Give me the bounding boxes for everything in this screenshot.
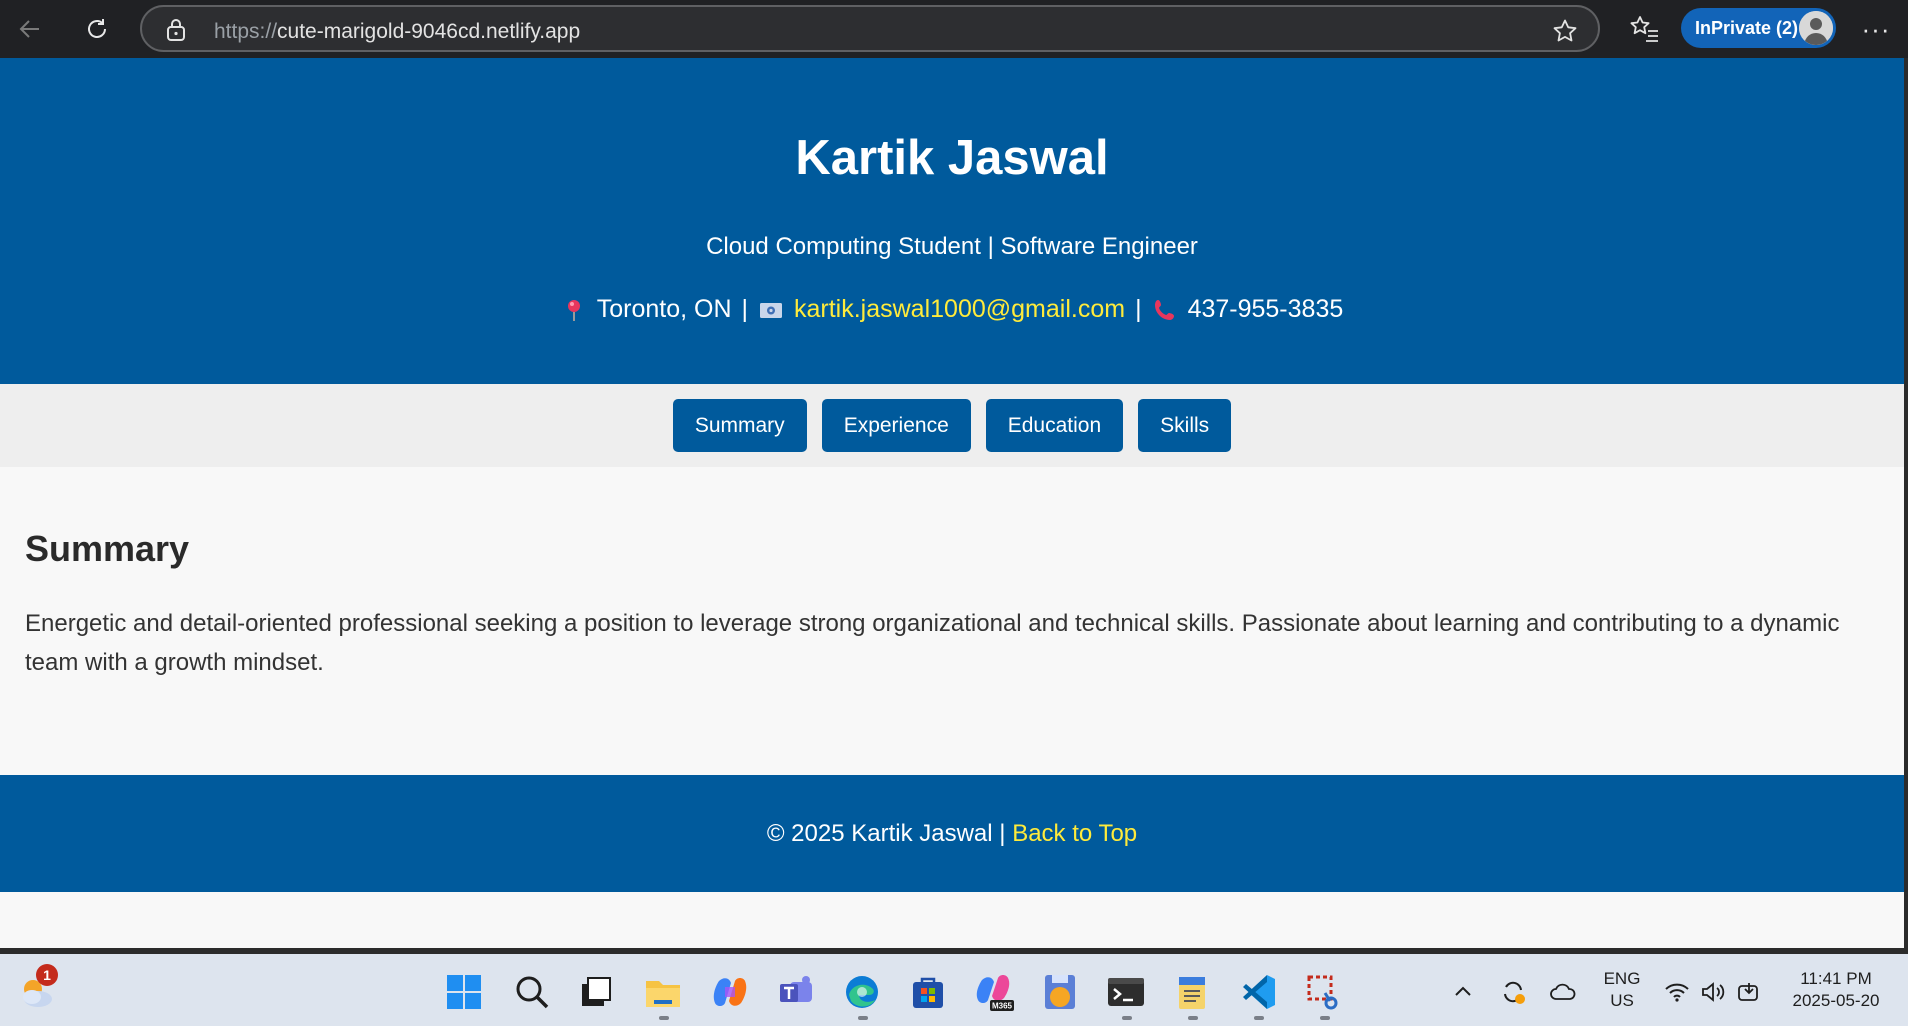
running-indicator — [858, 1016, 868, 1020]
nav-skills-button[interactable]: Skills — [1138, 399, 1232, 452]
start-windows-icon[interactable] — [444, 972, 484, 1012]
copilot-icon[interactable] — [710, 972, 750, 1012]
volume-icon[interactable] — [1698, 972, 1728, 1012]
notepad-icon[interactable] — [1172, 972, 1212, 1012]
phone-icon — [1154, 299, 1174, 320]
region-code: US — [1610, 991, 1634, 1010]
separator: | — [741, 295, 749, 323]
language-indicator[interactable]: ENG US — [1592, 968, 1652, 1012]
chevron-up-icon[interactable] — [1448, 972, 1478, 1012]
nav-summary-button[interactable]: Summary — [672, 399, 807, 452]
resume-header: Kartik Jaswal Cloud Computing Student | … — [0, 58, 1904, 384]
back-to-top-link[interactable]: Back to Top — [1012, 820, 1137, 848]
contact-line: Toronto, ON | kartik.jaswal1000@gmail.co… — [0, 295, 1904, 324]
inprivate-button[interactable]: InPrivate (2) — [1681, 8, 1836, 48]
store-icon[interactable] — [908, 972, 948, 1012]
teams-icon[interactable] — [776, 972, 816, 1012]
sync-icon[interactable] — [1496, 972, 1530, 1012]
clock[interactable]: 11:41 PM 2025-05-20 — [1780, 968, 1892, 1012]
back-button[interactable] — [10, 9, 50, 49]
vscode-icon[interactable] — [1238, 972, 1278, 1012]
onedrive-cloud-icon[interactable] — [1546, 972, 1580, 1012]
edge-browser-icon[interactable] — [842, 972, 882, 1012]
snipping-tool-icon[interactable] — [1304, 972, 1344, 1012]
url-protocol: https:// — [214, 20, 278, 43]
running-indicator — [1254, 1016, 1264, 1020]
copyright-text: © 2025 Kartik Jaswal | — [766, 819, 1006, 847]
role-subtitle: Cloud Computing Student | Software Engin… — [706, 233, 1198, 260]
address-bar[interactable]: https://cute-marigold-9046cd.netlify.app — [140, 5, 1600, 52]
weather-widget-icon[interactable]: 1 — [16, 964, 58, 1012]
paint-app-icon[interactable] — [1040, 972, 1080, 1012]
browser-toolbar: https://cute-marigold-9046cd.netlify.app… — [0, 0, 1908, 58]
lock-icon[interactable] — [164, 18, 188, 42]
page-title: Kartik Jaswal — [795, 131, 1109, 185]
phone-text: 437-955-3835 — [1187, 295, 1344, 323]
pin-icon — [567, 299, 580, 321]
summary-heading: Summary — [25, 528, 190, 569]
language-code: ENG — [1603, 969, 1641, 988]
url-host: cute-marigold-9046cd.netlify.app — [277, 20, 581, 43]
nav-experience-button[interactable]: Experience — [821, 399, 971, 452]
reload-button[interactable] — [77, 9, 117, 49]
arrow-left-icon — [19, 20, 39, 38]
running-indicator — [659, 1016, 669, 1020]
search-icon[interactable] — [512, 972, 552, 1012]
wifi-icon[interactable] — [1662, 972, 1692, 1012]
file-explorer-icon[interactable] — [643, 972, 683, 1012]
separator: | — [1135, 295, 1142, 323]
more-menu-button[interactable]: ··· — [1858, 12, 1894, 46]
refresh-icon — [88, 19, 106, 38]
window-edge — [1904, 58, 1908, 948]
taskbar: 1 M365 ENG US 11:41 PM 2025-05-20 — [0, 954, 1908, 1026]
email-icon — [760, 302, 782, 318]
url-text[interactable]: https://cute-marigold-9046cd.netlify.app — [214, 20, 580, 44]
task-view-icon[interactable] — [576, 972, 616, 1012]
running-indicator — [1320, 1016, 1330, 1020]
running-indicator — [1122, 1016, 1132, 1020]
section-nav: Summary Experience Education Skills — [0, 384, 1904, 467]
favorites-button[interactable] — [1628, 12, 1662, 46]
location-text: Toronto, ON — [596, 295, 732, 323]
battery-icon[interactable] — [1734, 972, 1764, 1012]
weather-badge: 1 — [36, 964, 58, 986]
terminal-icon[interactable] — [1106, 972, 1146, 1012]
page-viewport: Kartik Jaswal Cloud Computing Student | … — [0, 58, 1904, 948]
m365-label: M365 — [992, 1002, 1013, 1011]
email-link[interactable]: kartik.jaswal1000@gmail.com — [794, 295, 1125, 324]
nav-education-button[interactable]: Education — [985, 399, 1124, 452]
profile-avatar — [1799, 11, 1833, 45]
favorite-star-icon[interactable] — [1552, 18, 1578, 44]
clock-time: 11:41 PM — [1800, 969, 1872, 988]
inprivate-label: InPrivate (2) — [1695, 17, 1799, 38]
favorites-list-icon — [1630, 16, 1658, 42]
running-indicator — [1188, 1016, 1198, 1020]
m365-copilot-icon[interactable]: M365 — [974, 972, 1014, 1012]
summary-section: Summary Energetic and detail-oriented pr… — [25, 528, 1885, 682]
summary-text: Energetic and detail-oriented profession… — [25, 610, 1840, 676]
page-footer: © 2025 Kartik Jaswal | Back to Top — [0, 775, 1904, 892]
clock-date: 2025-05-20 — [1792, 991, 1880, 1010]
